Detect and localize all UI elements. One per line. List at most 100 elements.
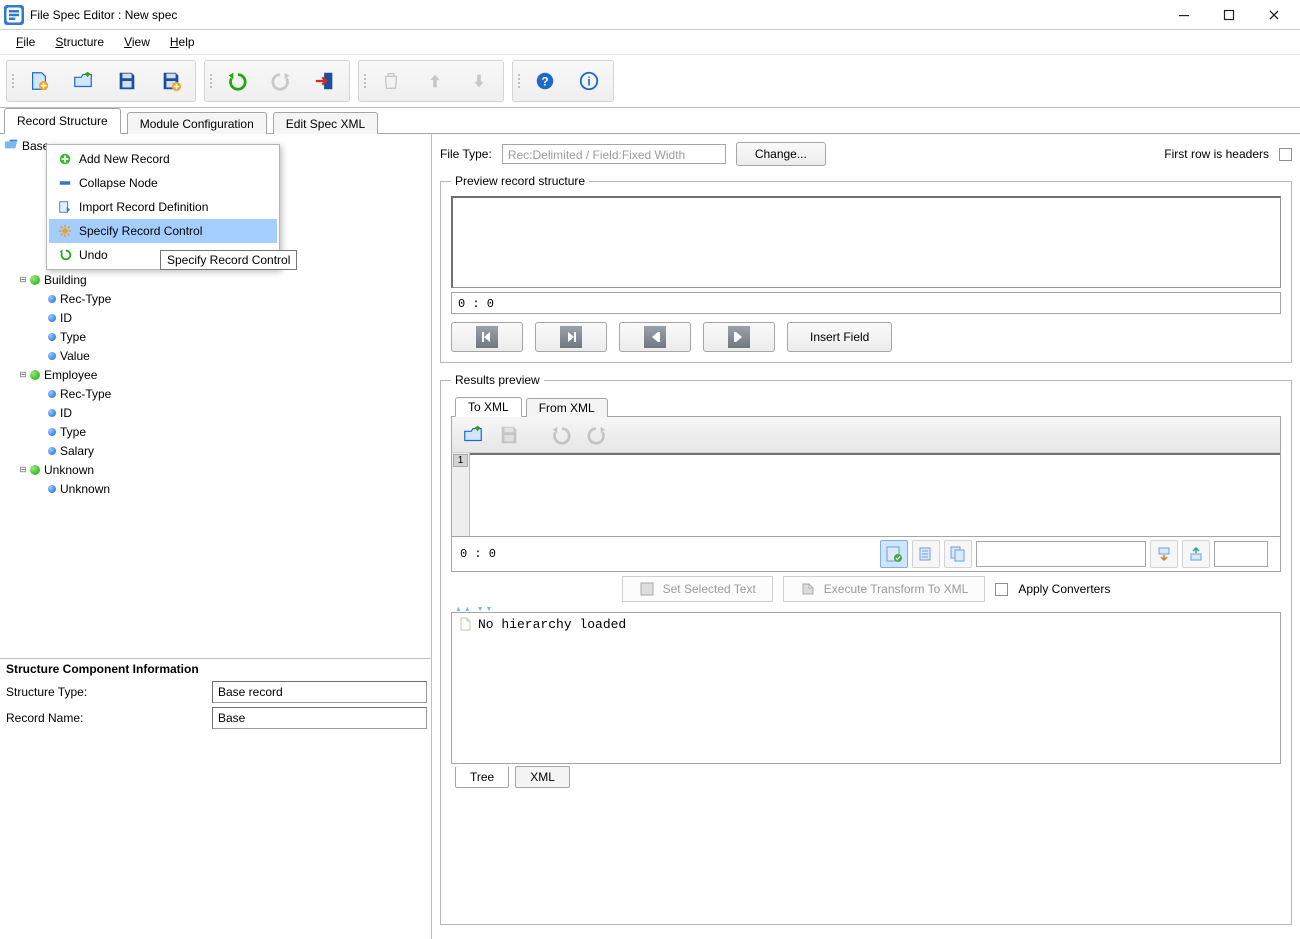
tab-edit-spec-xml[interactable]: Edit Spec XML <box>273 112 378 134</box>
tab-xml[interactable]: XML <box>515 766 570 788</box>
set-selected-button: Set Selected Text <box>622 576 773 602</box>
editor-area[interactable]: 1 <box>451 453 1281 537</box>
nav-prev-button[interactable] <box>619 322 691 352</box>
record-name-label: Record Name: <box>4 711 212 725</box>
menu-view[interactable]: View <box>114 32 160 52</box>
preview-panel: Preview record structure 0 : 0 Insert Fi… <box>440 174 1292 363</box>
tree-node-employee[interactable]: ⊟ Employee <box>4 365 427 384</box>
titlebar: File Spec Editor : New spec <box>0 0 1300 30</box>
tree-node-field[interactable]: Salary <box>4 441 427 460</box>
file-type-label: File Type: <box>440 147 492 161</box>
open-folder-button[interactable] <box>458 421 488 449</box>
menu-help[interactable]: Help <box>160 32 205 52</box>
close-button[interactable] <box>1251 1 1296 29</box>
bottom-tab-strip: Tree XML <box>451 764 1281 790</box>
tree-node-field[interactable]: ID <box>4 308 427 327</box>
find-down-button[interactable] <box>1150 540 1178 568</box>
nav-next-button[interactable] <box>535 322 607 352</box>
results-tab-strip: To XML From XML <box>451 395 1281 417</box>
results-status-row: 0 : 0 <box>451 537 1281 572</box>
menu-collapse-node[interactable]: Collapse Node <box>49 171 277 195</box>
info-button[interactable]: i <box>568 64 610 98</box>
field-icon <box>48 390 56 398</box>
tab-record-structure[interactable]: Record Structure <box>4 108 121 134</box>
maximize-button[interactable] <box>1206 1 1251 29</box>
tab-module-config[interactable]: Module Configuration <box>127 112 267 134</box>
menu-specify-record-control[interactable]: Specify Record Control <box>49 219 277 243</box>
menubar: File Structure View Help <box>0 30 1300 55</box>
first-row-checkbox[interactable] <box>1279 148 1292 161</box>
insert-field-button[interactable]: Insert Field <box>787 322 892 352</box>
tree-node-building[interactable]: ⊟ Building <box>4 270 427 289</box>
record-icon <box>30 465 40 475</box>
validate-button[interactable] <box>880 540 908 568</box>
undo-button[interactable] <box>216 64 258 98</box>
hierarchy-area: No hierarchy loaded <box>451 612 1281 764</box>
copy-button[interactable] <box>912 540 940 568</box>
save-results-button <box>494 421 524 449</box>
save-as-button[interactable] <box>150 64 192 98</box>
field-icon <box>48 314 56 322</box>
record-tree[interactable]: Base ⊟ Building Rec-Type ID Type Value ⊟… <box>0 134 431 659</box>
match-input[interactable] <box>976 541 1146 567</box>
structure-type-field[interactable]: Base record <box>212 681 427 703</box>
collapse-icon[interactable]: ⊟ <box>18 370 28 380</box>
action-row: Set Selected Text Execute Transform To X… <box>451 572 1281 606</box>
tab-to-xml[interactable]: To XML <box>455 397 522 417</box>
line-gutter: 1 <box>452 453 470 536</box>
tree-node-field[interactable]: Rec-Type <box>4 289 427 308</box>
tree-node-field[interactable]: ID <box>4 403 427 422</box>
save-button[interactable] <box>106 64 148 98</box>
count-input[interactable] <box>1214 541 1268 567</box>
record-name-field[interactable]: Base <box>212 707 427 729</box>
svg-text:i: i <box>587 75 590 89</box>
tooltip: Specify Record Control <box>160 250 297 270</box>
tab-tree[interactable]: Tree <box>455 766 509 788</box>
results-toolbar <box>451 417 1281 453</box>
change-button[interactable]: Change... <box>736 142 826 166</box>
minimize-button[interactable] <box>1161 1 1206 29</box>
file-type-field[interactable]: Rec:Delimited / Field:Fixed Width <box>502 144 726 164</box>
results-undo-button <box>546 421 576 449</box>
results-panel: Results preview To XML From XML <box>440 373 1292 925</box>
nav-first-button[interactable] <box>451 322 523 352</box>
move-up-button <box>414 64 456 98</box>
menu-structure[interactable]: Structure <box>45 32 114 52</box>
add-icon <box>57 151 73 167</box>
new-file-button[interactable] <box>18 64 60 98</box>
field-icon <box>48 447 56 455</box>
menu-import-record[interactable]: Import Record Definition <box>49 195 277 219</box>
copy-all-button[interactable] <box>944 540 972 568</box>
record-icon <box>30 275 40 285</box>
find-up-button[interactable] <box>1182 540 1210 568</box>
preview-legend: Preview record structure <box>451 174 589 188</box>
tree-node-field[interactable]: Unknown <box>4 479 427 498</box>
collapse-icon[interactable]: ⊟ <box>18 275 28 285</box>
collapse-node-icon <box>57 175 73 191</box>
exit-button[interactable] <box>304 64 346 98</box>
tree-node-field[interactable]: Rec-Type <box>4 384 427 403</box>
tree-node-unknown[interactable]: ⊟ Unknown <box>4 460 427 479</box>
svg-text:?: ? <box>541 75 548 89</box>
preview-textarea[interactable] <box>451 196 1281 288</box>
delete-button <box>370 64 412 98</box>
open-file-button[interactable] <box>62 64 104 98</box>
record-icon <box>30 370 40 380</box>
tree-node-field[interactable]: Type <box>4 422 427 441</box>
results-position: 0 : 0 <box>456 547 876 561</box>
field-icon <box>48 409 56 417</box>
help-button[interactable]: ? <box>524 64 566 98</box>
menu-add-record[interactable]: Add New Record <box>49 147 277 171</box>
collapse-icon[interactable]: ⊟ <box>18 465 28 475</box>
apply-converters-label: Apply Converters <box>1018 582 1110 596</box>
nav-last-button[interactable] <box>703 322 775 352</box>
field-icon <box>48 333 56 341</box>
info-header: Structure Component Information <box>0 659 431 679</box>
right-pane: File Type: Rec:Delimited / Field:Fixed W… <box>432 134 1300 939</box>
tree-node-field[interactable]: Type <box>4 327 427 346</box>
menu-file[interactable]: File <box>6 32 45 52</box>
editor-body[interactable] <box>470 453 1280 536</box>
apply-converters-checkbox[interactable] <box>995 583 1008 596</box>
tree-node-field[interactable]: Value <box>4 346 427 365</box>
tab-from-xml[interactable]: From XML <box>526 398 608 417</box>
